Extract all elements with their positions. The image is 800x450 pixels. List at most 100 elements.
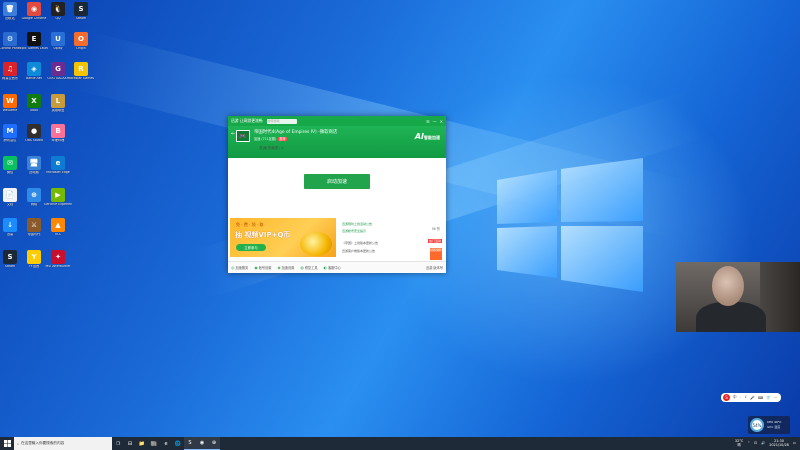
desktop-icon[interactable]: ♫ 网易云音乐 <box>0 62 22 92</box>
desktop-icon[interactable]: ⚔ 帝国时代 <box>22 218 46 248</box>
promo-line2: 抽 视频VIP+Q币 <box>235 231 291 239</box>
taskbar-app-icon[interactable]: e <box>160 437 172 450</box>
desktop-icon[interactable]: ◈ Battle.net <box>22 62 46 92</box>
performance-widget[interactable]: 54% CPU 40°C GPU 温度 <box>748 416 790 434</box>
windows-logo <box>497 158 643 292</box>
tray-chevron-icon[interactable]: ⌃ <box>747 441 750 446</box>
desktop-icon[interactable]: ● OBS Studio <box>22 124 46 154</box>
desktop-icon[interactable]: S Steam <box>0 250 22 280</box>
back-arrow-icon[interactable]: ← <box>231 131 235 137</box>
minimize-button[interactable]: — <box>433 119 437 124</box>
desktop-icon[interactable]: ✉ 微信 <box>0 156 22 186</box>
app-icon: U <box>51 32 65 46</box>
taskbar-app-icon[interactable]: ❍ <box>112 437 124 450</box>
taskbar-app-icon[interactable]: 📁 <box>136 437 148 450</box>
footer-item-repair[interactable]: ◍ 修复工具 <box>300 265 317 270</box>
promo-banner[interactable]: 免 · 费 · 领 · 取 抽 视频VIP+Q币 立即参与 <box>230 218 336 257</box>
taskbar-app-icon[interactable]: ⊟ <box>124 437 136 450</box>
news-item[interactable]: 迅游帐号安全提示 <box>342 229 366 233</box>
desktop-icon[interactable]: ⚙ Control Panel <box>0 32 22 62</box>
news-item[interactable]: 迅游客户端版本更新公告 <box>342 249 375 253</box>
volume-icon[interactable]: 🔊 <box>761 441 765 446</box>
game-header: ← 🎮 帝国时代4(Age of Empires IV) -微软商店 加速 (7… <box>228 126 446 158</box>
desktop-icon-label: Origin <box>76 47 86 50</box>
desktop-icon[interactable]: ▶GeForce Experience <box>44 188 72 218</box>
cpu-temp: CPU 40°C <box>767 420 782 424</box>
desktop-icon[interactable]: ▲ VLC <box>46 218 70 248</box>
app-icon: ⊕ <box>27 188 41 202</box>
notification-icon[interactable]: ▭ <box>793 441 796 446</box>
app-icon: ▲ <box>51 218 65 232</box>
app-icon: S <box>74 2 88 16</box>
taskbar-app-icon[interactable]: S <box>184 437 196 450</box>
desktop-icon[interactable]: ✦ MSI Afterburner <box>46 250 70 280</box>
desktop-icon[interactable]: ⊕ 网络 <box>22 188 46 218</box>
ime-keyboard-icon[interactable]: ⌨ <box>758 396 763 400</box>
menu-icon[interactable]: ☰ <box>426 119 430 124</box>
desktop-icon[interactable]: ↓ 迅雷 <box>0 218 22 248</box>
desktop-icon-label: MSI Afterburner <box>45 265 71 268</box>
taskbar-app-icon[interactable]: ⊕ <box>208 437 220 450</box>
desktop-icon[interactable]: S Steam <box>69 2 93 32</box>
desktop-icon[interactable]: M 腾讯会议 <box>0 124 22 154</box>
ime-toolbar[interactable]: S 中 · ゞ 🎤 ⌨ 👕 ⋯ <box>721 393 781 402</box>
ime-lang[interactable]: 中 <box>733 395 737 400</box>
desktop-icon-label: Rockstar Games <box>68 77 94 80</box>
ime-emoji-icon[interactable]: ゞ <box>744 395 748 400</box>
gift-icon[interactable]: 领取福利 <box>430 248 442 260</box>
network-icon[interactable]: ⊡ <box>754 441 757 446</box>
app-icon: ♫ <box>3 62 17 76</box>
app-icon: G <box>51 62 65 76</box>
brand-logo: AI智能加速 <box>414 132 440 141</box>
footer-item-settings[interactable]: ◈ 加速设置 <box>278 265 295 270</box>
app-titlebar[interactable]: 迅游 让网游更流畅 搜索游戏 ☰ — ✕ <box>228 116 446 126</box>
desktop-icon[interactable]: 🗑 回收站 <box>0 2 22 32</box>
desktop-icon[interactable]: X Xbox <box>22 94 46 124</box>
pinned-apps: ❍ ⊟ 📁 🏬 e 🌐 S ◉ ⊕ <box>112 437 220 450</box>
hot-badge[interactable]: 热门活动 <box>427 239 442 243</box>
repair-icon: ◍ <box>300 265 304 270</box>
start-acceleration-button[interactable]: 启动加速 <box>304 174 370 189</box>
desktop-icon[interactable]: R Rockstar Games <box>68 62 94 92</box>
promo-join-button[interactable]: 立即参与 <box>236 244 266 251</box>
like-count[interactable]: 96 赞 <box>432 226 440 231</box>
desktop-icon[interactable]: O Origin <box>69 32 93 62</box>
taskbar-app-icon[interactable]: 🌐 <box>172 437 184 450</box>
ime-skin-icon[interactable]: 👕 <box>766 396 770 400</box>
news-item[interactable]: 迅游限时上线活动公告 <box>342 222 372 226</box>
desktop-icon-label: GeForce Experience <box>44 203 72 206</box>
region-selector[interactable]: 亚洲(东南亚) ⊙ <box>259 146 284 151</box>
app-icon: e <box>51 156 65 170</box>
weather-widget[interactable]: 32°C 晴 <box>735 439 743 448</box>
app-icon: 🗑 <box>3 2 17 16</box>
footer-item-accel-service[interactable]: ◎ 加速服务 <box>231 265 248 270</box>
desktop-icon[interactable]: ◉ Google Chrome <box>22 2 46 32</box>
desktop-icon[interactable]: Y YY语音 <box>22 250 46 280</box>
desktop-icon[interactable]: B 哔哩哔哩 <box>46 124 70 154</box>
desktop-icon[interactable]: W WeGame <box>0 94 22 124</box>
news-item[interactable]: 《帝国》上线版本更新公告 <box>342 241 378 245</box>
footer-item-support[interactable]: ◐ 客服中心 <box>324 265 341 270</box>
desktop-icon[interactable]: 📄 文档 <box>0 188 22 218</box>
start-button[interactable] <box>0 437 14 450</box>
desktop-icon[interactable]: EEpic Games Launcher <box>20 32 48 62</box>
taskbar-app-icon[interactable]: 🏬 <box>148 437 160 450</box>
taskbar-search-box[interactable]: ⌕ 在这里输入你要搜索的内容 <box>14 437 112 450</box>
app-icon: O <box>74 32 88 46</box>
accelerator-window[interactable]: 迅游 让网游更流畅 搜索游戏 ☰ — ✕ ← 🎮 帝国时代4(Age of Em… <box>228 116 446 273</box>
footer-item-account[interactable]: ◉ 帐号设置 <box>254 265 271 270</box>
clock[interactable]: 21:30 2021/10/28 <box>769 439 789 448</box>
ime-punct[interactable]: · <box>740 396 741 400</box>
service-icon: ◎ <box>231 265 235 270</box>
close-button[interactable]: ✕ <box>440 119 443 124</box>
game-search-input[interactable]: 搜索游戏 <box>266 118 297 124</box>
app-icon: 🖥 <box>27 156 41 170</box>
app-icon: E <box>27 32 41 46</box>
ime-mic-icon[interactable]: 🎤 <box>750 396 754 400</box>
desktop-icon-label: 哔哩哔哩 <box>51 139 65 142</box>
desktop-icon[interactable]: e Microsoft Edge <box>46 156 70 186</box>
ime-more-icon[interactable]: ⋯ <box>774 396 778 400</box>
desktop-icon[interactable]: 🖥 此电脑 <box>22 156 46 186</box>
desktop-icon[interactable]: L 英雄联盟 <box>46 94 70 124</box>
taskbar-app-icon[interactable]: ◉ <box>196 437 208 450</box>
